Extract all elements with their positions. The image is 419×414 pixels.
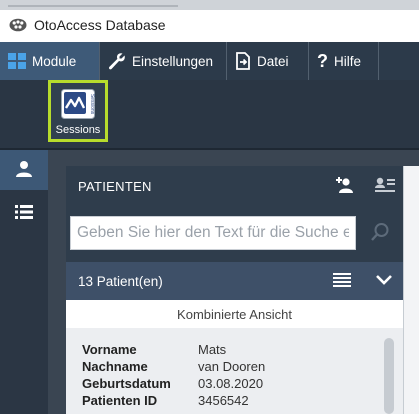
first-name-label: Vorname — [82, 342, 137, 357]
last-name-label: Nachname — [82, 359, 148, 374]
patient-id-value: 3456542 — [198, 393, 249, 408]
list-nav-button[interactable] — [0, 196, 48, 230]
question-icon: ? — [317, 50, 328, 71]
user-icon — [15, 160, 33, 181]
patient-id-label: Patienten ID — [82, 393, 158, 408]
menu-lines-icon[interactable] — [333, 273, 351, 290]
last-name-value: van Dooren — [198, 359, 266, 374]
sessions-label: Sessions — [55, 124, 101, 136]
detail-row-birth: Geburtsdatum 03.08.2020 — [82, 376, 263, 391]
patients-panel: PATIENTEN 13 Patient(en) Kombinierte Ans… — [66, 166, 403, 414]
menu-datei-label: Datei — [257, 53, 289, 69]
patient-count: 13 Patient(en) — [78, 273, 163, 289]
detail-row-first-name: Vorname Mats — [82, 342, 226, 357]
patients-nav-button[interactable] — [0, 150, 48, 190]
menu-einstellungen-label: Einstellungen — [132, 53, 214, 69]
list-icon — [15, 204, 33, 223]
search-input[interactable] — [70, 216, 356, 250]
menu-datei[interactable]: Datei — [227, 42, 309, 80]
panel-title: PATIENTEN — [78, 178, 152, 194]
app-title: OtoAccess Database — [34, 17, 166, 33]
right-content-area — [403, 166, 419, 414]
menu-bar: Module Einstellungen Datei ? Hilfe — [0, 42, 419, 80]
menu-hilfe-label: Hilfe — [334, 53, 362, 69]
patient-details-icon[interactable] — [375, 176, 395, 197]
birth-date-label: Geburtsdatum — [82, 376, 171, 391]
grid-icon — [8, 53, 26, 69]
wrench-icon — [108, 52, 126, 70]
birth-date-value: 03.08.2020 — [198, 376, 264, 391]
file-export-icon — [235, 52, 251, 70]
sessions-module-button[interactable]: Sessions Sessions — [48, 80, 108, 142]
oto-logo-icon — [8, 17, 28, 33]
search-icon[interactable] — [370, 222, 390, 245]
detail-row-id: Patienten ID 3456542 — [82, 393, 249, 408]
patients-panel-header: PATIENTEN — [66, 166, 403, 206]
window-top-strip — [0, 0, 419, 10]
patient-count-bar: 13 Patient(en) — [66, 262, 403, 300]
menu-module[interactable]: Module — [0, 42, 100, 80]
view-mode-label[interactable]: Kombinierte Ansicht — [66, 300, 403, 329]
search-row — [66, 206, 403, 262]
title-bar: OtoAccess Database — [0, 10, 419, 40]
detail-row-last-name: Nachname van Dooren — [82, 359, 265, 374]
add-patient-icon[interactable] — [335, 176, 355, 197]
sessions-tile-text: Sessions — [89, 94, 95, 115]
menu-einstellungen[interactable]: Einstellungen — [100, 42, 227, 80]
cropped-text — [8, 0, 178, 7]
menu-hilfe[interactable]: ? Hilfe — [309, 42, 379, 80]
chevron-down-icon[interactable] — [375, 274, 393, 289]
sessions-icon: Sessions — [61, 89, 95, 119]
details-scrollbar[interactable] — [384, 338, 394, 414]
patient-details: Vorname Mats Nachname van Dooren Geburts… — [66, 328, 403, 414]
menu-module-label: Module — [32, 53, 77, 69]
first-name-value: Mats — [198, 342, 227, 357]
